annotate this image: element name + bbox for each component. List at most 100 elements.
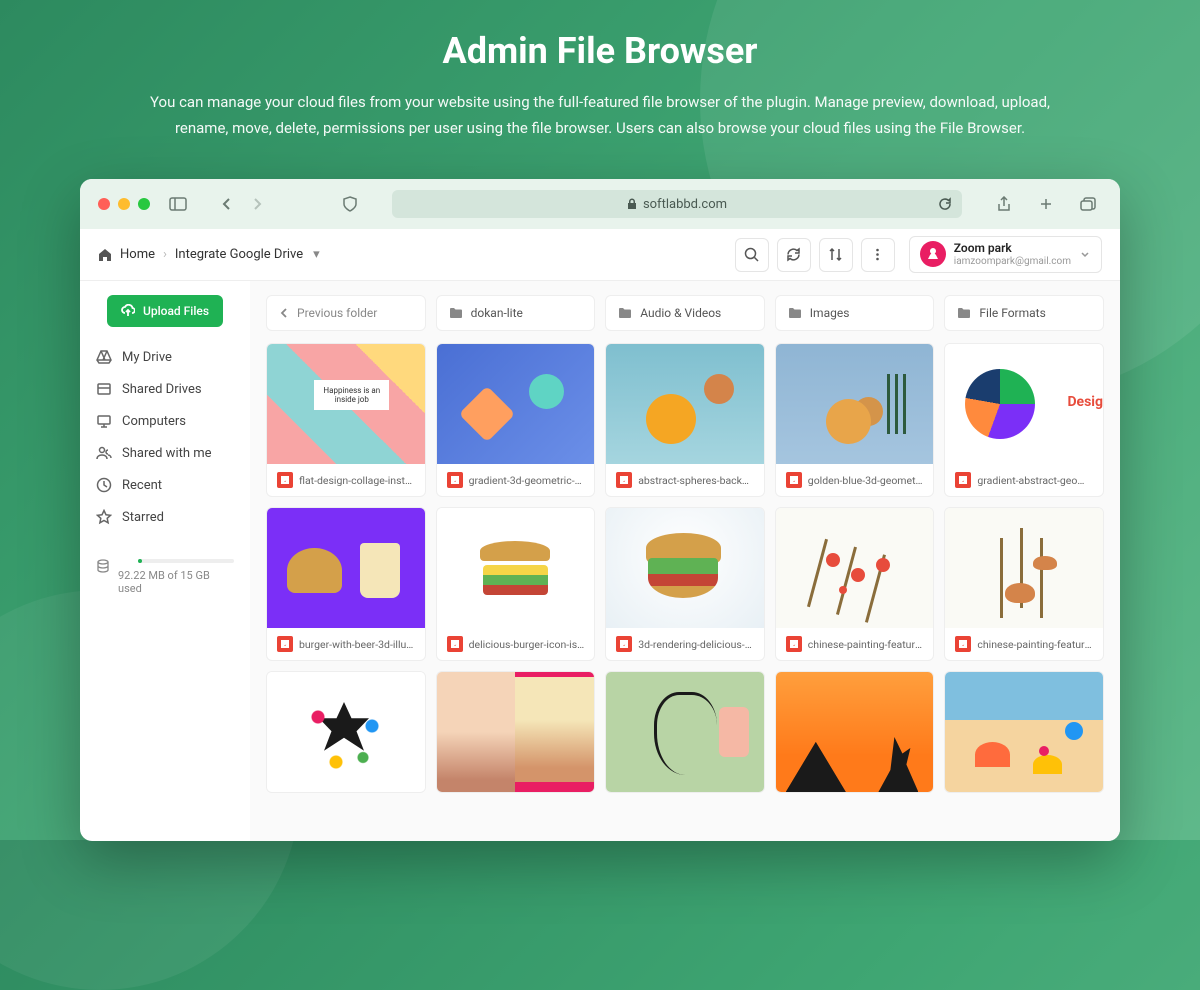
more-button[interactable] — [861, 238, 895, 272]
thumbnail — [945, 344, 1103, 464]
chevron-down-icon — [1079, 248, 1091, 260]
browser-window: softlabbd.com Home › Integrate Google Dr… — [80, 179, 1120, 841]
minimize-window-icon[interactable] — [118, 198, 130, 210]
file-card[interactable]: gradient-3d-geometric-b... — [436, 343, 596, 497]
main-content: Previous folder dokan-lite Audio & Video… — [250, 281, 1120, 841]
storage-text: 92.22 MB of 15 GB used — [118, 569, 234, 595]
breadcrumb: Home › Integrate Google Drive ▾ — [98, 247, 320, 262]
thumbnail — [437, 344, 595, 464]
breadcrumb-current[interactable]: Integrate Google Drive — [175, 247, 303, 262]
image-type-icon — [955, 636, 971, 652]
hero-section: Admin File Browser You can manage your c… — [0, 0, 1200, 161]
file-card[interactable] — [266, 671, 426, 793]
breadcrumb-separator: › — [163, 247, 167, 262]
upload-button[interactable]: Upload Files — [107, 295, 223, 327]
thumbnail — [776, 344, 934, 464]
close-window-icon[interactable] — [98, 198, 110, 210]
cloud-upload-icon — [121, 304, 135, 318]
url-domain: softlabbd.com — [643, 197, 727, 212]
file-card[interactable]: burger-with-beer-3d-illust... — [266, 507, 426, 661]
image-type-icon — [447, 636, 463, 652]
file-card[interactable]: golden-blue-3d-geometri... — [775, 343, 935, 497]
sidebar-item-my-drive[interactable]: My Drive — [90, 341, 240, 373]
app-toolbar: Home › Integrate Google Drive ▾ Zoom par… — [80, 229, 1120, 281]
file-card[interactable]: chinese-painting-featurin... — [775, 507, 935, 661]
image-type-icon — [277, 472, 293, 488]
thumbnail — [437, 508, 595, 628]
folder-item[interactable]: File Formats — [944, 295, 1104, 331]
tabs-icon[interactable] — [1074, 190, 1102, 218]
file-card[interactable] — [944, 671, 1104, 793]
folder-icon — [618, 307, 632, 319]
thumbnail — [606, 508, 764, 628]
file-card[interactable]: chinese-painting-featurin... — [944, 507, 1104, 661]
url-bar[interactable]: softlabbd.com — [392, 190, 962, 218]
thumbnail — [606, 672, 764, 792]
chevron-left-icon — [279, 307, 289, 319]
image-type-icon — [447, 472, 463, 488]
thumbnail — [606, 344, 764, 464]
folder-icon — [449, 307, 463, 319]
thumbnail — [945, 508, 1103, 628]
sidebar-item-starred[interactable]: Starred — [90, 501, 240, 533]
sidebar-item-shared-with-me[interactable]: Shared with me — [90, 437, 240, 469]
image-type-icon — [277, 636, 293, 652]
breadcrumb-home[interactable]: Home — [120, 247, 155, 262]
folder-icon — [788, 307, 802, 319]
storage-bar — [138, 559, 234, 563]
home-icon — [98, 248, 112, 262]
traffic-lights — [98, 198, 150, 210]
hero-description: You can manage your cloud files from you… — [150, 90, 1050, 141]
maximize-window-icon[interactable] — [138, 198, 150, 210]
sidebar-toggle-icon[interactable] — [164, 190, 192, 218]
share-icon[interactable] — [990, 190, 1018, 218]
sidebar-item-shared-drives[interactable]: Shared Drives — [90, 373, 240, 405]
titlebar: softlabbd.com — [80, 179, 1120, 229]
folder-item[interactable]: dokan-lite — [436, 295, 596, 331]
account-name: Zoom park — [954, 241, 1071, 255]
lock-icon — [627, 198, 637, 210]
file-card[interactable]: gradient-abstract-geomet... — [944, 343, 1104, 497]
account-switcher[interactable]: Zoom park iamzoompark@gmail.com — [909, 236, 1102, 272]
image-type-icon — [616, 472, 632, 488]
image-type-icon — [616, 636, 632, 652]
thumbnail — [267, 344, 425, 464]
search-button[interactable] — [735, 238, 769, 272]
thumbnail — [267, 508, 425, 628]
file-card[interactable]: delicious-burger-icon-isol... — [436, 507, 596, 661]
reload-icon[interactable] — [938, 197, 952, 211]
image-type-icon — [786, 472, 802, 488]
file-grid: flat-design-collage-instagr... gradient-… — [266, 343, 1104, 793]
breadcrumb-dropdown-icon[interactable]: ▾ — [313, 247, 320, 262]
avatar — [920, 241, 946, 267]
new-tab-icon[interactable] — [1032, 190, 1060, 218]
thumbnail — [776, 672, 934, 792]
sidebar-item-computers[interactable]: Computers — [90, 405, 240, 437]
refresh-button[interactable] — [777, 238, 811, 272]
back-button[interactable] — [212, 190, 240, 218]
file-card[interactable] — [605, 671, 765, 793]
sidebar-item-recent[interactable]: Recent — [90, 469, 240, 501]
thumbnail — [945, 672, 1103, 792]
folder-icon — [957, 307, 971, 319]
previous-folder-button[interactable]: Previous folder — [266, 295, 426, 331]
folder-row: Previous folder dokan-lite Audio & Video… — [266, 295, 1104, 331]
thumbnail — [776, 508, 934, 628]
storage-indicator: 92.22 MB of 15 GB used — [90, 559, 240, 595]
forward-button[interactable] — [244, 190, 272, 218]
file-card[interactable]: 3d-rendering-delicious-ch... — [605, 507, 765, 661]
file-card[interactable]: flat-design-collage-instagr... — [266, 343, 426, 497]
hero-title: Admin File Browser — [150, 30, 1050, 72]
file-card[interactable] — [775, 671, 935, 793]
file-card[interactable]: abstract-spheres-backgro... — [605, 343, 765, 497]
account-email: iamzoompark@gmail.com — [954, 256, 1071, 268]
file-card[interactable] — [436, 671, 596, 793]
shield-icon[interactable] — [336, 190, 364, 218]
storage-icon — [96, 559, 110, 573]
upload-label: Upload Files — [143, 304, 209, 318]
folder-item[interactable]: Images — [775, 295, 935, 331]
sort-button[interactable] — [819, 238, 853, 272]
image-type-icon — [786, 636, 802, 652]
folder-item[interactable]: Audio & Videos — [605, 295, 765, 331]
sidebar: Upload Files My Drive Shared Drives Comp… — [80, 281, 250, 841]
